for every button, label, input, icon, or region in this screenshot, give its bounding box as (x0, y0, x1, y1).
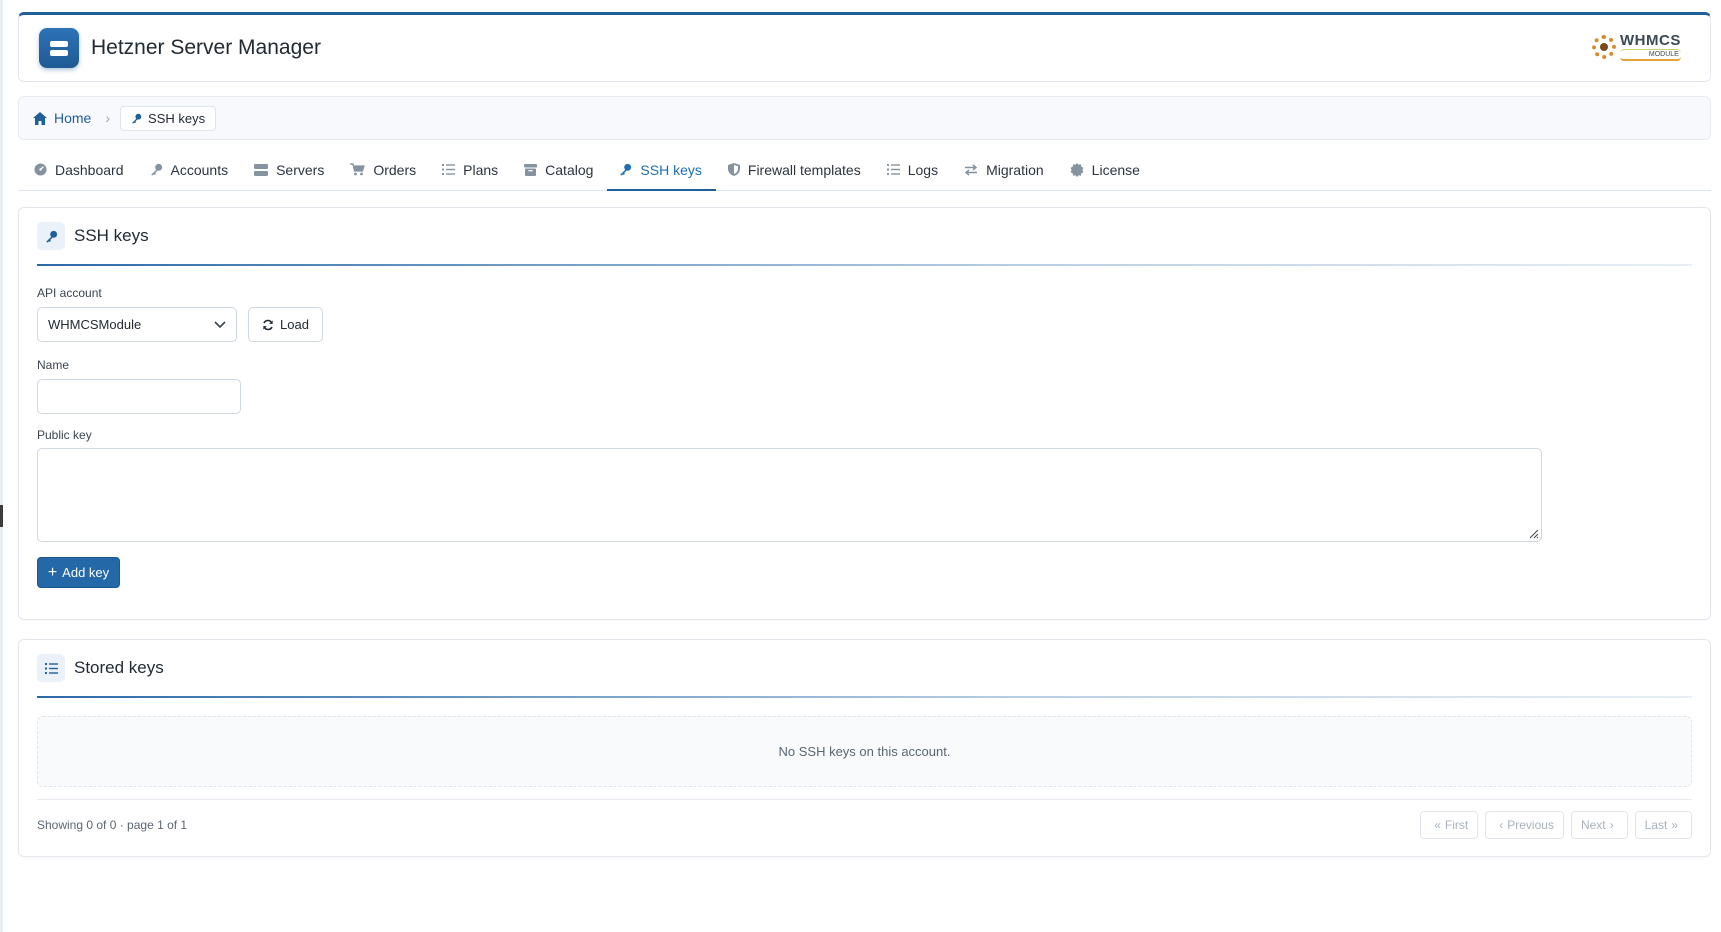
api-account-label: API account (37, 286, 102, 300)
tab-servers[interactable]: Servers (242, 149, 338, 190)
tab-orders[interactable]: Orders (338, 149, 430, 190)
ssh-keys-card: SSH keys API account WHMCSModule Load Na… (18, 207, 1711, 620)
list-icon (442, 164, 456, 175)
chevron-left-icon: ‹ (1499, 818, 1504, 832)
key-icon (620, 163, 632, 176)
empty-state-text: No SSH keys on this account. (778, 744, 951, 759)
key-icon (37, 222, 65, 250)
list-icon (886, 164, 900, 175)
pagination-footer: Showing 0 of 0 · page 1 of 1 « First ‹ P… (37, 800, 1692, 850)
tab-label: Orders (373, 161, 417, 178)
tab-accounts[interactable]: Accounts (138, 149, 243, 190)
logo-text-sub: MODULE (1620, 49, 1681, 61)
add-key-label: Add key (62, 565, 110, 580)
cart-icon (350, 163, 366, 176)
resize-grip-icon[interactable] (1527, 527, 1539, 539)
stored-keys-card: Stored keys No SSH keys on this account.… (18, 639, 1711, 857)
double-chevron-left-icon: « (1434, 818, 1441, 832)
name-label: Name (37, 358, 70, 372)
list-icon (37, 654, 65, 682)
api-account-select[interactable]: WHMCSModule (37, 307, 237, 342)
chevron-down-icon (214, 320, 226, 328)
breadcrumb: Home › SSH keys (18, 96, 1711, 140)
dashboard-icon (34, 163, 47, 176)
ssh-keys-card-title: SSH keys (74, 226, 149, 245)
stored-keys-card-title: Stored keys (74, 658, 164, 677)
server-app-icon (39, 28, 79, 68)
load-button[interactable]: Load (248, 307, 323, 342)
gear-logo-icon (1592, 35, 1616, 59)
tab-label: Catalog (545, 161, 594, 178)
first-page-button[interactable]: « First (1420, 811, 1479, 839)
double-chevron-right-icon: » (1671, 818, 1678, 832)
last-page-button[interactable]: Last » (1634, 811, 1692, 839)
previous-page-button[interactable]: ‹ Previous (1485, 811, 1564, 839)
tab-label: Accounts (170, 161, 229, 178)
window-edge-marker (0, 505, 3, 527)
tab-firewall-templates[interactable]: Firewall templates (716, 149, 875, 190)
chevron-right-icon: › (1609, 818, 1614, 832)
home-icon (33, 111, 47, 125)
tab-license[interactable]: License (1058, 149, 1154, 190)
public-key-textarea[interactable] (37, 448, 1542, 542)
next-page-label: Next (1580, 818, 1606, 832)
whmcs-module-logo: WHMCS MODULE (1592, 31, 1688, 63)
tab-label: Plans (463, 161, 499, 178)
plus-icon: + (47, 563, 58, 581)
tab-label: SSH keys (640, 161, 702, 178)
key-icon (131, 113, 142, 124)
first-page-label: First (1444, 818, 1469, 832)
last-page-label: Last (1644, 818, 1668, 832)
name-input[interactable] (37, 379, 241, 414)
main-tabs: Dashboard Accounts Servers Orders Plans … (18, 149, 1711, 191)
arrows-icon (964, 163, 978, 176)
app-title: Hetzner Server Manager (91, 36, 321, 59)
breadcrumb-current-label: SSH keys (148, 110, 206, 126)
catalog-icon (524, 163, 538, 176)
breadcrumb-home-link[interactable]: Home (33, 110, 91, 126)
window-left-edge (0, 0, 3, 932)
refresh-icon (263, 319, 273, 330)
ssh-keys-card-header: SSH keys (37, 208, 1692, 266)
chevron-right-icon: › (105, 110, 111, 126)
add-key-button[interactable]: + Add key (37, 557, 120, 588)
tab-catalog[interactable]: Catalog (512, 149, 607, 190)
badge-icon (1070, 162, 1084, 177)
breadcrumb-home-label: Home (54, 110, 92, 126)
tab-label: License (1091, 161, 1140, 178)
stored-keys-card-header: Stored keys (37, 640, 1692, 698)
page-wrapper: Hetzner Server Manager WHMCS MODULE Home… (18, 12, 1711, 857)
showing-text: Showing 0 of 0 · page 1 of 1 (37, 818, 188, 832)
server-icon (254, 163, 269, 176)
next-page-button[interactable]: Next › (1570, 811, 1628, 839)
tab-migration[interactable]: Migration (952, 149, 1058, 190)
tab-label: Firewall templates (747, 161, 861, 178)
tab-plans[interactable]: Plans (430, 149, 512, 190)
logo-text-main: WHMCS (1620, 32, 1681, 49)
previous-page-label: Previous (1507, 818, 1554, 832)
tab-ssh-keys[interactable]: SSH keys (607, 149, 717, 191)
tab-logs[interactable]: Logs (875, 149, 952, 190)
tab-dashboard[interactable]: Dashboard (22, 149, 138, 190)
pagination: « First ‹ Previous Next › Last » (1420, 811, 1692, 839)
tab-label: Logs (907, 161, 939, 178)
empty-state: No SSH keys on this account. (37, 716, 1692, 787)
tab-label: Migration (986, 161, 1044, 178)
breadcrumb-current: SSH keys (120, 105, 217, 131)
public-key-label: Public key (37, 428, 92, 442)
tab-label: Dashboard (55, 161, 124, 178)
tab-label: Servers (276, 161, 325, 178)
load-button-label: Load (280, 317, 309, 332)
app-header: Hetzner Server Manager WHMCS MODULE (18, 12, 1711, 82)
key-icon (150, 163, 162, 176)
shield-icon (727, 163, 740, 176)
api-account-value: WHMCSModule (48, 317, 142, 332)
